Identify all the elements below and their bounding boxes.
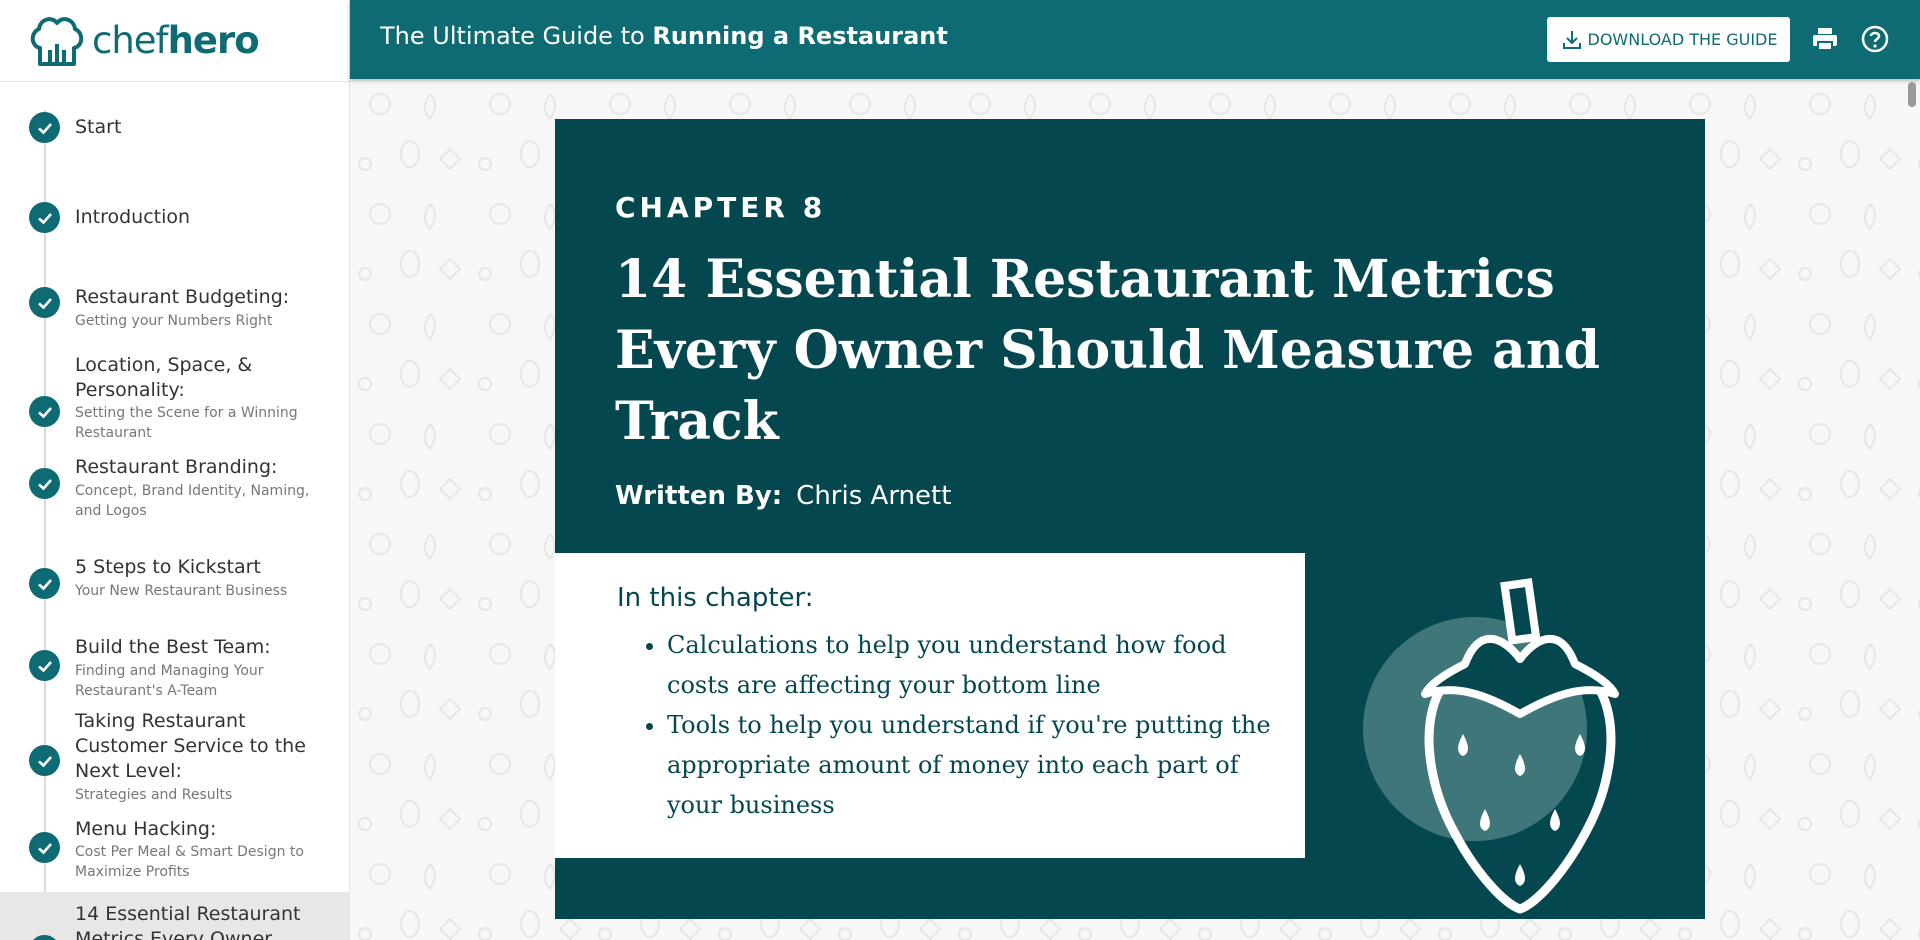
sidebar-item-subtitle: Strategies and Results bbox=[75, 787, 233, 803]
chapter-title: 14 Essential Restaurant Metrics Every Ow… bbox=[615, 249, 1601, 452]
sidebar-item-start[interactable]: Start bbox=[0, 99, 349, 159]
sidebar-item-title: Build the Best Team: bbox=[75, 636, 271, 658]
download-guide-label: DOWNLOAD THE GUIDE bbox=[1587, 30, 1778, 49]
sidebar-item-customer-service[interactable]: Taking Restaurant Customer Service to th… bbox=[0, 709, 349, 819]
sidebar-item-team[interactable]: Build the Best Team: Finding and Managin… bbox=[0, 635, 349, 705]
download-icon bbox=[1562, 30, 1581, 49]
in-this-chapter-heading: In this chapter: bbox=[617, 583, 814, 613]
sidebar-item-location[interactable]: Location, Space, & Personality: Setting … bbox=[0, 352, 349, 452]
check-icon bbox=[29, 112, 60, 143]
sidebar-item-title: Introduction bbox=[75, 206, 191, 228]
sidebar-item-title: Restaurant Budgeting: bbox=[75, 286, 290, 308]
sidebar-item-title: Menu Hacking: bbox=[75, 818, 217, 840]
sidebar-item-title: 14 Essential Restaurant Metrics Every Ow… bbox=[75, 903, 301, 940]
chapter-bullet: Tools to help you understand if you're p… bbox=[667, 705, 1277, 825]
chapter-hero-card: CHAPTER 8 14 Essential Restaurant Metric… bbox=[555, 119, 1705, 919]
author-name: Chris Arnett bbox=[796, 481, 952, 511]
top-header: The Ultimate Guide to Running a Restaura… bbox=[350, 0, 1920, 79]
chapter-bullet: Calculations to help you understand how … bbox=[667, 625, 1277, 705]
chapter-number-badge: 8 bbox=[29, 935, 60, 940]
sidebar-item-subtitle: Getting your Numbers Right bbox=[75, 313, 273, 329]
written-by-label: Written By: bbox=[615, 481, 783, 511]
download-guide-button[interactable]: DOWNLOAD THE GUIDE bbox=[1547, 17, 1790, 62]
sidebar-item-subtitle: Setting the Scene for a Winning Restaura… bbox=[75, 405, 298, 441]
check-icon bbox=[29, 832, 60, 863]
main-content: CHAPTER 8 14 Essential Restaurant Metric… bbox=[350, 79, 1920, 940]
check-icon bbox=[29, 650, 60, 681]
chefhero-logo[interactable]: chefhero bbox=[0, 0, 349, 82]
sidebar-item-subtitle: Finding and Managing Your Restaurant's A… bbox=[75, 663, 264, 699]
check-icon bbox=[29, 468, 60, 499]
scrollbar-thumb[interactable] bbox=[1908, 82, 1916, 107]
sidebar-item-introduction[interactable]: Introduction bbox=[0, 189, 349, 249]
strawberry-icon bbox=[1363, 578, 1619, 914]
check-icon bbox=[29, 202, 60, 233]
help-icon[interactable] bbox=[1860, 24, 1890, 54]
print-icon[interactable] bbox=[1810, 24, 1840, 54]
check-icon bbox=[29, 396, 60, 427]
sidebar-item-kickstart[interactable]: 5 Steps to Kickstart Your New Restaurant… bbox=[0, 555, 349, 625]
sidebar-item-branding[interactable]: Restaurant Branding: Concept, Brand Iden… bbox=[0, 455, 349, 545]
in-this-chapter-box: In this chapter: Calculations to help yo… bbox=[555, 553, 1305, 858]
sidebar-item-budgeting[interactable]: Restaurant Budgeting: Getting your Numbe… bbox=[0, 282, 349, 352]
chef-hat-icon bbox=[30, 16, 84, 66]
check-icon bbox=[29, 745, 60, 776]
sidebar: chefhero Start Introduction Restaurant B… bbox=[0, 0, 350, 940]
chapter-label: CHAPTER 8 bbox=[615, 191, 827, 224]
sidebar-item-subtitle: Concept, Brand Identity, Naming, and Log… bbox=[75, 483, 310, 519]
chapter-bullets: Calculations to help you understand how … bbox=[667, 625, 1277, 825]
sidebar-item-title: Restaurant Branding: bbox=[75, 456, 278, 478]
sidebar-item-title: Location, Space, & Personality: bbox=[75, 354, 253, 401]
sidebar-item-subtitle: Your New Restaurant Business bbox=[75, 583, 288, 599]
sidebar-item-title: 5 Steps to Kickstart bbox=[75, 556, 261, 578]
byline: Written By: Chris Arnett bbox=[615, 481, 951, 511]
sidebar-item-title: Taking Restaurant Customer Service to th… bbox=[75, 710, 306, 782]
guide-title: The Ultimate Guide to Running a Restaura… bbox=[380, 22, 948, 50]
check-icon bbox=[29, 568, 60, 599]
brand-name: chefhero bbox=[92, 19, 260, 62]
sidebar-item-title: Start bbox=[75, 116, 122, 138]
sidebar-item-metrics-active[interactable]: 8 14 Essential Restaurant Metrics Every … bbox=[0, 892, 349, 940]
sidebar-item-subtitle: Cost Per Meal & Smart Design to Maximize… bbox=[75, 844, 304, 880]
check-icon bbox=[29, 287, 60, 318]
